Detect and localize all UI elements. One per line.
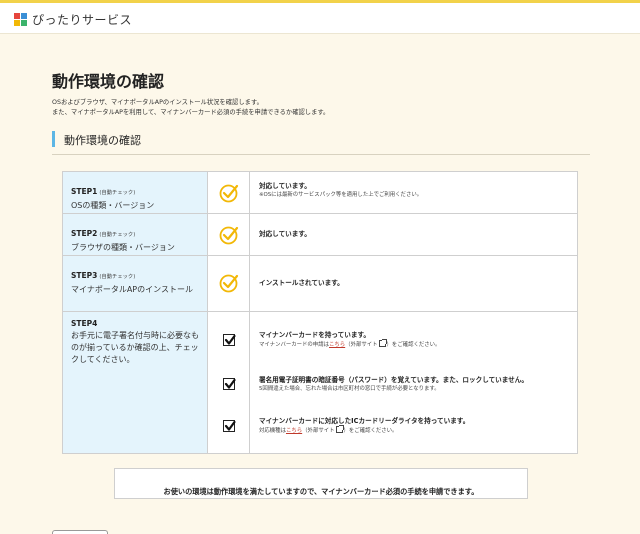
list-item: マイナンバーカードを持っています。 マイナンバーカードの申請はこちら（外部サイト…	[259, 331, 441, 348]
result-message-box: お使いの環境は動作環境を満たしていますので、マイナンバーカード必須の手続を申請で…	[114, 468, 528, 499]
environment-check-table: STEP1 (自動チェック) OSの種類・バージョン 対応しています。 ※OSには…	[62, 171, 578, 454]
table-row-step2: STEP2 (自動チェック) ブラウザの種類・バージョン 対応しています。	[63, 214, 577, 256]
result-cell: 対応しています。 ※OSには最新のサービスパック等を適用した上でご利用ください。	[259, 182, 423, 198]
external-link-icon	[378, 339, 387, 347]
result-cell: マイナンバーカードを持っています。 マイナンバーカードの申請はこちら（外部サイト…	[251, 312, 577, 453]
check-circle-icon	[219, 184, 239, 203]
result-message: お使いの環境は動作環境を満たしていますので、マイナンバーカード必須の手続を申請で…	[163, 487, 479, 496]
table-row-step3: STEP3 (自動チェック) マイナポータルAPのインストール インストールされて…	[63, 256, 577, 312]
status-cell	[208, 172, 250, 213]
check-circle-icon	[219, 274, 239, 293]
result-cell: インストールされています。	[259, 279, 344, 287]
checkmark-icon	[224, 420, 236, 431]
back-button[interactable]	[52, 530, 108, 534]
pittari-logo-icon	[14, 12, 28, 27]
checkmark-icon	[224, 334, 236, 345]
table-row-step4: STEP4 お手元に電子署名付与時に必要なものが揃っているか確認の上、チェックし…	[63, 312, 577, 453]
site-name: ぴったりサービス	[32, 13, 133, 27]
supported-devices-link[interactable]: こちら	[286, 428, 302, 434]
top-bar: ぴったりサービス	[0, 0, 640, 34]
page-description: OSおよびブラウザ、マイナポータルAPのインストール状況を確認します。 また、マ…	[52, 99, 330, 116]
site-logo[interactable]: ぴったりサービス	[14, 11, 132, 28]
step-cell: STEP4 お手元に電子署名付与時に必要なものが揃っているか確認の上、チェックし…	[63, 312, 208, 453]
checkbox-mynumber-card[interactable]	[223, 334, 236, 346]
card-application-link[interactable]: こちら	[329, 342, 345, 348]
section-accent-bar	[52, 131, 55, 147]
step-cell: STEP3 (自動チェック) マイナポータルAPのインストール	[63, 256, 208, 311]
result-cell: 対応しています。	[259, 230, 311, 238]
list-item: 署名用電子証明書の暗証番号（パスワード）を覚えています。また、ロックしていません…	[259, 376, 528, 392]
section-header: 動作環境の確認	[52, 131, 590, 155]
external-link-icon	[335, 425, 344, 433]
table-row-step1: STEP1 (自動チェック) OSの種類・バージョン 対応しています。 ※OSには…	[63, 172, 577, 214]
checkbox-card-reader[interactable]	[223, 420, 236, 432]
page-title: 動作環境の確認	[52, 72, 165, 91]
list-item: マイナンバーカードに対応したICカードリーダライタを持っています。 対応機種はこ…	[259, 417, 470, 434]
check-circle-icon	[219, 226, 239, 245]
step-cell: STEP1 (自動チェック) OSの種類・バージョン	[63, 172, 208, 213]
section-title: 動作環境の確認	[64, 134, 141, 147]
checkmark-icon	[224, 378, 236, 389]
status-cell	[208, 256, 250, 311]
status-cell	[208, 214, 250, 255]
step-cell: STEP2 (自動チェック) ブラウザの種類・バージョン	[63, 214, 208, 255]
checkbox-cell	[208, 312, 250, 453]
checkbox-pin-remembered[interactable]	[223, 378, 236, 390]
